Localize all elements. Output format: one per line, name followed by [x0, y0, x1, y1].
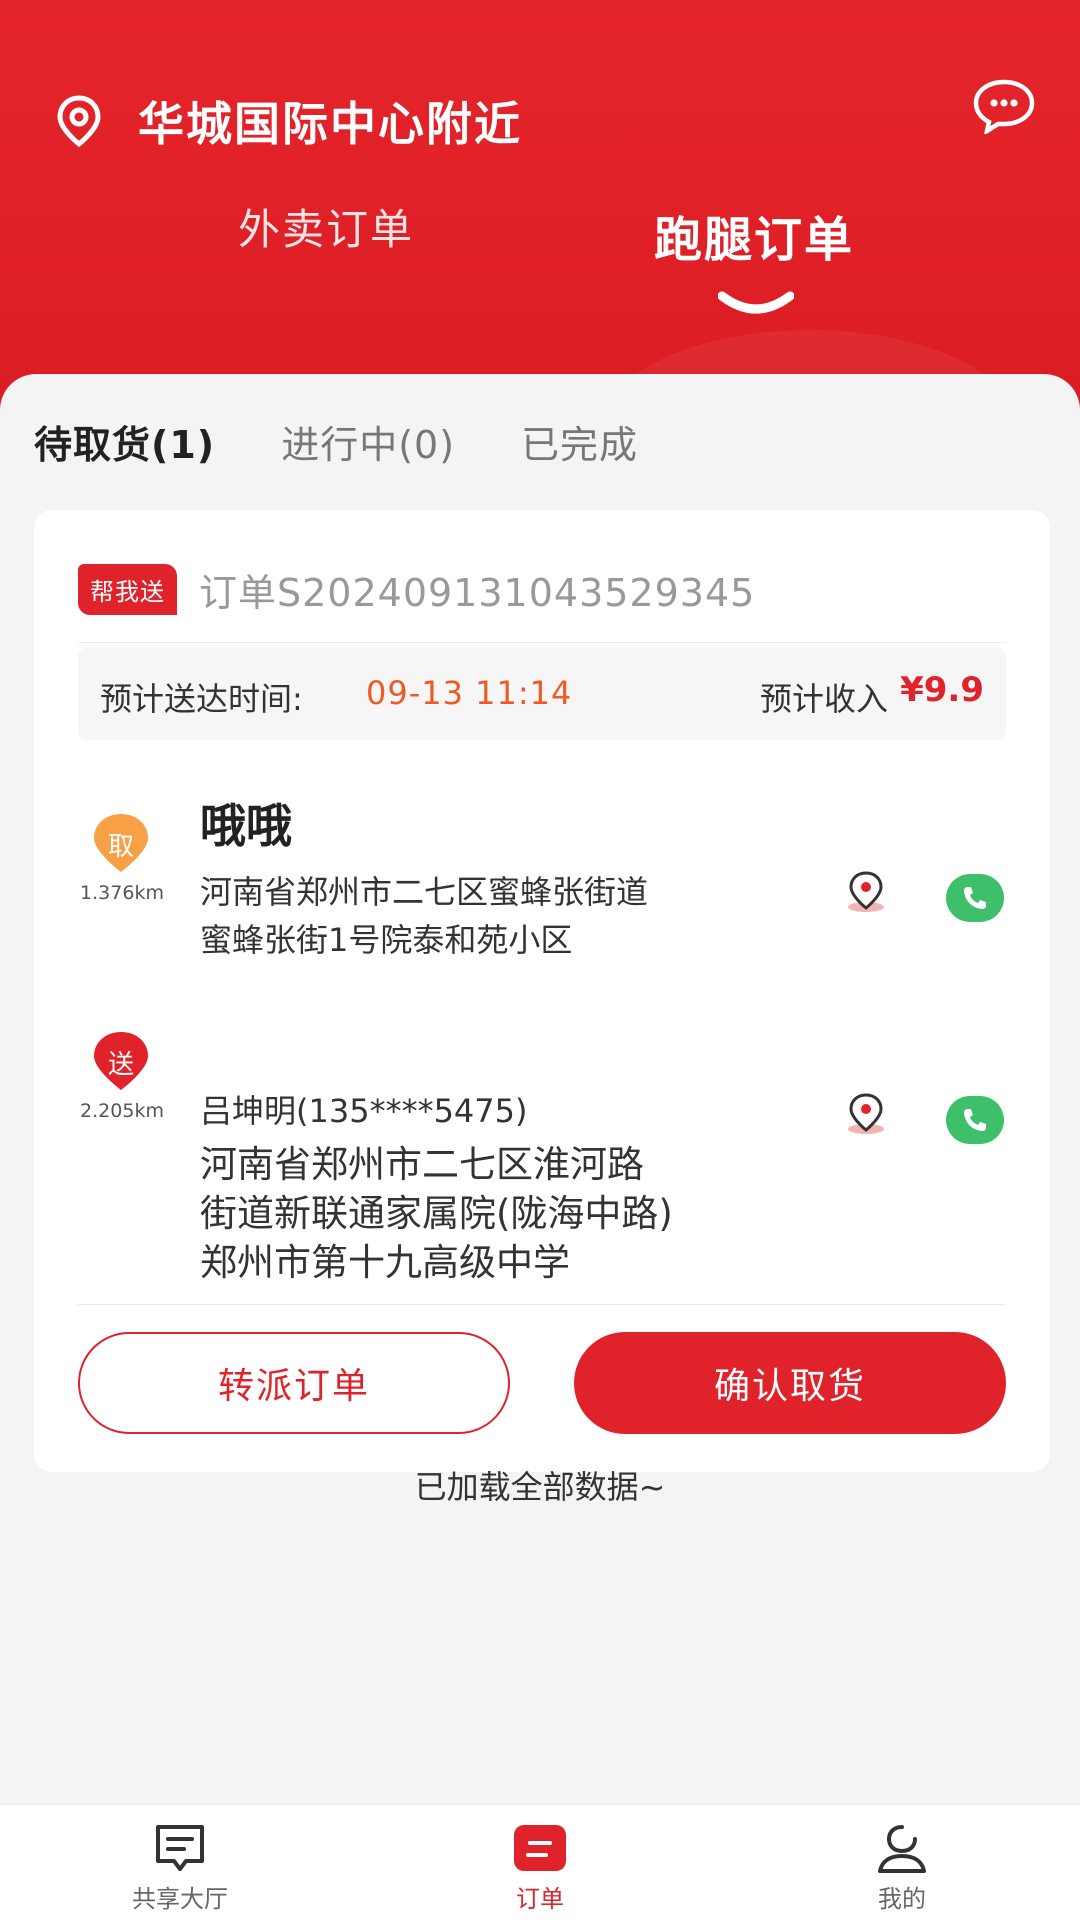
order-type-badge: 帮我送: [78, 564, 177, 615]
tab-food-orders[interactable]: 外卖订单: [238, 196, 414, 257]
deliver-address-line: 郑州市第十九高级中学: [200, 1241, 570, 1284]
pickup-address-line: 蜜蜂张街1号院泰和苑小区: [200, 921, 573, 959]
tabbar-item-hall[interactable]: 共享大厅: [80, 1805, 280, 1920]
hall-icon: [156, 1825, 204, 1871]
tabbar-label: 我的: [878, 1885, 926, 1913]
confirm-pickup-button[interactable]: 确认取货: [574, 1332, 1006, 1434]
message-icon[interactable]: [972, 78, 1036, 134]
receiver-name-phone: 吕坤明(135****5475): [200, 1092, 528, 1130]
eta-time: 09-13 11:14: [366, 674, 573, 712]
tabbar-item-orders[interactable]: 订单: [440, 1805, 640, 1920]
call-pickup-button[interactable]: [946, 874, 1004, 922]
tab-errand-orders[interactable]: 跑腿订单: [654, 200, 854, 270]
eta-label: 预计送达时间:: [100, 680, 303, 718]
profile-icon: [878, 1825, 926, 1873]
content-panel: 待取货(1) 进行中(0) 已完成 帮我送 订单S202409131043529…: [0, 374, 1080, 1804]
deliver-address-line: 街道新联通家属院(陇海中路): [200, 1192, 673, 1235]
deliver-address-line: 河南省郑州市二七区淮河路: [200, 1143, 644, 1186]
pickup-marker-label: 取: [107, 832, 134, 862]
location-title: 华城国际中心附近: [138, 97, 522, 151]
pickup-name: 哦哦: [200, 799, 292, 853]
income-value: ¥9.9: [900, 670, 984, 710]
location-selector[interactable]: 华城国际中心附近: [52, 88, 522, 154]
header: 华城国际中心附近 外卖订单 跑腿订单: [0, 0, 1080, 420]
tab-active-indicator: [718, 291, 794, 314]
divider: [78, 642, 1006, 643]
order-header: 帮我送 订单S202409131043529345: [78, 562, 755, 617]
pickup-address: 河南省郑州市二七区蜜蜂张街道 蜜蜂张街1号院泰和苑小区: [200, 868, 648, 964]
bottom-tab-bar: 共享大厅 订单 我的: [0, 1804, 1080, 1920]
tabbar-label: 订单: [516, 1885, 564, 1913]
deliver-distance: 2.205km: [80, 1100, 164, 1122]
location-pin-icon: [57, 95, 101, 148]
divider: [78, 1304, 1006, 1305]
eta-income-box: 预计送达时间: 09-13 11:14 预计收入 ¥9.9: [78, 648, 1006, 740]
tab-completed[interactable]: 已完成: [521, 414, 638, 469]
income-label: 预计收入: [759, 680, 888, 718]
tab-in-progress[interactable]: 进行中(0): [281, 414, 455, 469]
deliver-address: 河南省郑州市二七区淮河路 街道新联通家属院(陇海中路) 郑州市第十九高级中学: [200, 1140, 673, 1287]
tabbar-item-mine[interactable]: 我的: [802, 1805, 1002, 1920]
all-loaded-text: 已加载全部数据~: [414, 1468, 666, 1506]
pickup-address-line: 河南省郑州市二七区蜜蜂张街道: [200, 873, 649, 911]
navigate-deliver-icon[interactable]: [844, 1092, 888, 1136]
phone-icon: [964, 1109, 986, 1131]
order-number: 订单S202409131043529345: [199, 571, 756, 615]
order-icon: [514, 1825, 566, 1871]
transfer-order-button[interactable]: 转派订单: [78, 1332, 510, 1434]
pickup-distance: 1.376km: [80, 882, 164, 904]
order-card[interactable]: 帮我送 订单S202409131043529345 预计送达时间: 09-13 …: [34, 510, 1050, 1472]
status-tabs: 待取货(1) 进行中(0) 已完成: [34, 414, 704, 469]
navigate-pickup-icon[interactable]: [844, 870, 888, 914]
call-deliver-button[interactable]: [946, 1096, 1004, 1144]
main-tabs: 外卖订单 跑腿订单: [0, 190, 1080, 310]
phone-icon: [964, 887, 986, 909]
tabbar-label: 共享大厅: [132, 1885, 228, 1913]
deliver-marker-label: 送: [107, 1050, 134, 1080]
tab-pending-pickup[interactable]: 待取货(1): [34, 414, 215, 469]
